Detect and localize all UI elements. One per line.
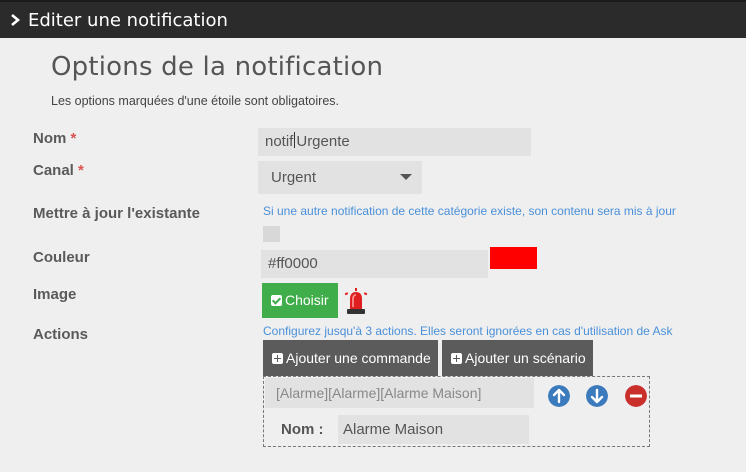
- action-command-input[interactable]: [Alarme][Alarme][Alarme Maison]: [265, 378, 534, 408]
- dropdown-arrow-icon: [400, 174, 412, 180]
- siren-icon: [344, 288, 368, 314]
- actions-help: Configurez jusqu'à 3 actions. Elles sero…: [263, 324, 673, 338]
- update-existing-label: Mettre à jour l'existante: [33, 205, 200, 222]
- add-scenario-button[interactable]: Ajouter un scénario: [442, 340, 593, 376]
- color-swatch[interactable]: [490, 247, 537, 269]
- choose-image-button[interactable]: Choisir: [262, 283, 338, 318]
- plus-square-icon: [451, 353, 462, 364]
- section-title: Options de la notification: [51, 52, 384, 82]
- plus-square-icon: [272, 353, 283, 364]
- header-title[interactable]: Editer une notification: [28, 10, 228, 31]
- color-label: Couleur: [33, 249, 90, 266]
- action-name-label: Nom :: [281, 421, 324, 438]
- actions-label: Actions: [33, 326, 89, 343]
- add-command-button[interactable]: Ajouter une commande: [263, 340, 438, 376]
- check-square-icon: [271, 295, 282, 306]
- image-label: Image: [33, 286, 77, 303]
- channel-label: Canal *: [33, 162, 84, 179]
- required-note: Les options marquées d'une étoile sont o…: [51, 94, 339, 108]
- header-bar: Editer une notification: [0, 0, 746, 38]
- color-input[interactable]: #ff0000: [261, 250, 488, 278]
- channel-select[interactable]: Urgent: [258, 161, 422, 194]
- required-star: *: [78, 162, 84, 179]
- name-label: Nom *: [33, 130, 77, 147]
- name-input[interactable]: notif Urgente: [258, 128, 531, 156]
- move-down-icon[interactable]: [586, 385, 608, 407]
- chevron-right-icon[interactable]: [9, 11, 23, 29]
- required-star: *: [70, 130, 77, 147]
- action-name-input[interactable]: Alarme Maison: [338, 415, 529, 444]
- remove-action-icon[interactable]: [625, 385, 647, 407]
- update-existing-help: Si une autre notification de cette catég…: [263, 204, 676, 218]
- update-existing-checkbox[interactable]: [263, 226, 280, 242]
- move-up-icon[interactable]: [548, 385, 570, 407]
